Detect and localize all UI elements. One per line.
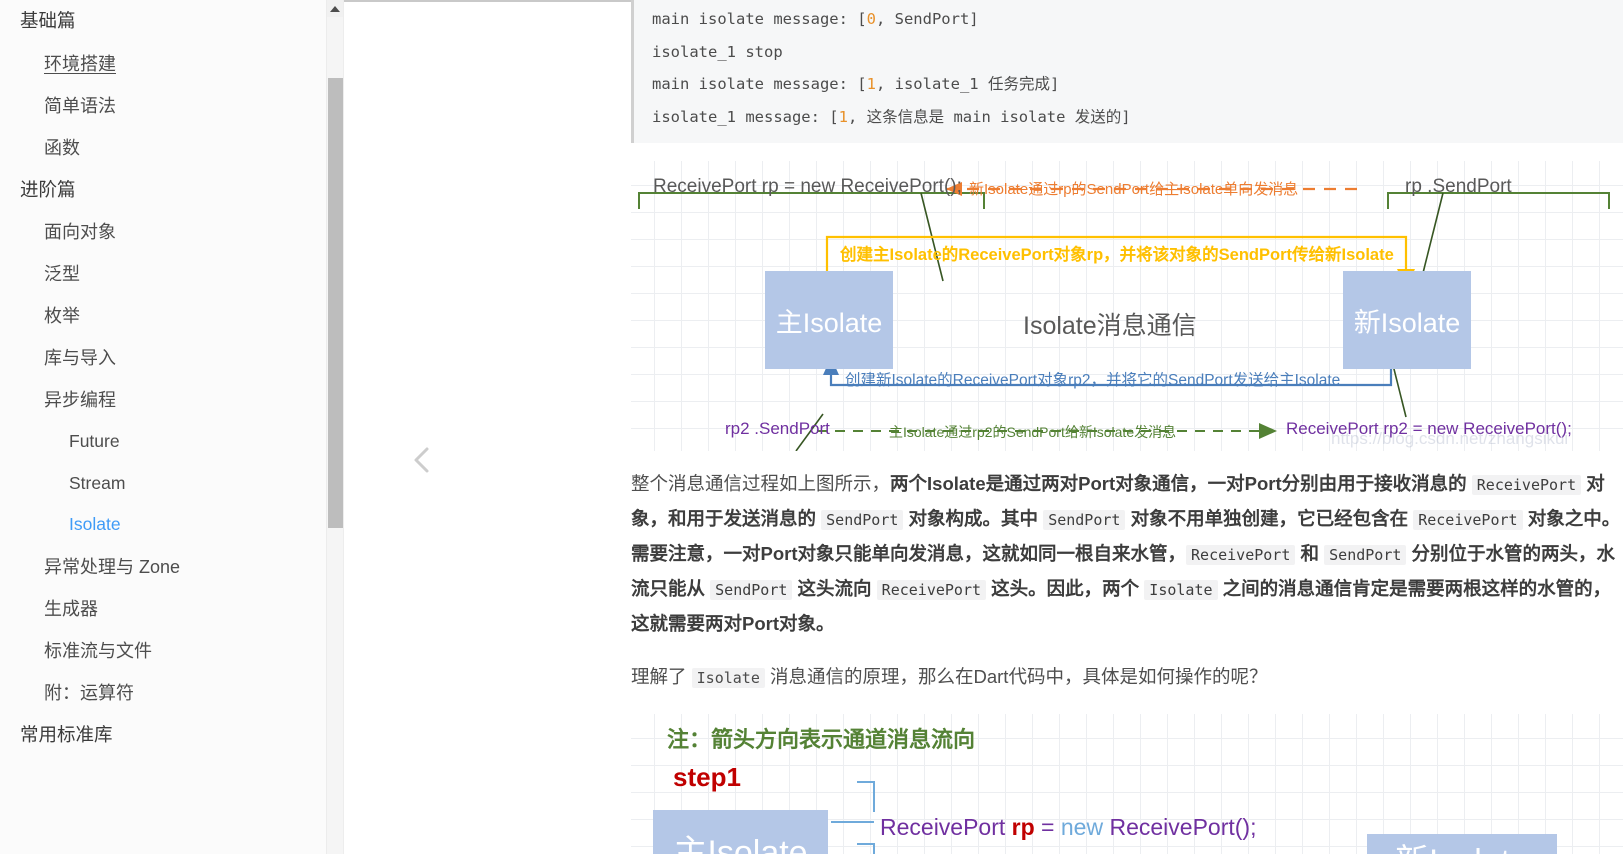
code-line: main isolate message: [1, isolate_1 任务完成… [652, 68, 1623, 101]
sidebar-item-generics[interactable]: 泛型 [0, 253, 343, 295]
isolate-step1-diagram: 注：箭头方向表示通道消息流向 step1 主Isolate 新Isolate R… [631, 713, 1623, 854]
paragraph-text: 这头流向 [792, 578, 877, 599]
body-paragraph-2: 理解了 Isolate 消息通信的原理，那么在Dart代码中，具体是如何操作的呢… [631, 660, 1623, 695]
sidebar-item-enum[interactable]: 枚举 [0, 295, 343, 337]
new-isolate-label-2: 新Isolate [1395, 834, 1529, 854]
new-isolate-box-2: 新Isolate [1367, 833, 1557, 854]
sidebar-item-basics[interactable]: 基础篇 [0, 0, 343, 43]
diagram1-top-left-label: ReceivePort rp = new ReceivePort(); [653, 176, 962, 197]
article-content: main isolate message: [0, SendPort] isol… [631, 0, 1623, 854]
main-isolate-box-2: 主Isolate [653, 809, 828, 854]
sidebar-list: 基础篇 环境搭建 简单语法 函数 进阶篇 面向对象 泛型 枚举 库与导入 异步编… [0, 0, 343, 756]
code-text: isolate_1 stop [652, 42, 783, 61]
console-output-code-block: main isolate message: [0, SendPort] isol… [631, 0, 1623, 143]
code-number: 1 [866, 75, 876, 93]
code-number: 1 [838, 107, 848, 126]
diagram1-title: Isolate消息通信 [1023, 312, 1197, 340]
code-line: isolate_1 stop [652, 36, 1623, 69]
code-text: main isolate message: [ [652, 75, 867, 93]
page-root: 基础篇 环境搭建 简单语法 函数 进阶篇 面向对象 泛型 枚举 库与导入 异步编… [0, 0, 1623, 854]
sidebar-item-oop[interactable]: 面向对象 [0, 211, 343, 253]
inline-code: SendPort [710, 580, 793, 600]
chevron-left-icon [414, 447, 429, 473]
code-text: , isolate_1 任务完成] [875, 75, 1060, 93]
sidebar-item-stream[interactable]: Stream [0, 463, 343, 505]
isolate-communication-diagram: 主Isolate 新Isolate Isolate消息通信 ReceivePor… [631, 161, 1623, 451]
diagram1-bottom-left-label: rp2 .SendPort [725, 419, 830, 438]
paragraph-text: 消息通信的原理，那么在Dart代码中，具体是如何操作的呢？ [764, 666, 1268, 687]
code-token: = [1034, 813, 1061, 840]
sidebar-item-library-import[interactable]: 库与导入 [0, 337, 343, 379]
inline-code: Isolate [1144, 580, 1218, 600]
code-number: 0 [866, 10, 876, 28]
diagram2-step-label: step1 [673, 761, 741, 792]
sidebar-item-exception-zone[interactable]: 异常处理与 Zone [0, 546, 343, 588]
paragraph-text: 这头。因此，两个 [986, 578, 1145, 599]
main-isolate-label-2: 主Isolate [673, 834, 808, 854]
sidebar-item-simple-syntax[interactable]: 简单语法 [0, 85, 343, 127]
code-text: isolate_1 message: [ [652, 107, 839, 126]
sidebar-scrollbar[interactable] [326, 0, 343, 854]
paragraph-text: 两个Isolate是通过两对Port对象通信，一对Port分别由用于接收消息的 [890, 473, 1472, 494]
scrollbar-thumb[interactable] [328, 78, 343, 528]
inline-code: SendPort [1324, 545, 1407, 565]
inline-code: SendPort [821, 510, 904, 530]
sidebar-item-generator[interactable]: 生成器 [0, 588, 343, 630]
sidebar-item-stdio-file[interactable]: 标准流与文件 [0, 630, 343, 672]
sidebar-item-async[interactable]: 异步编程 [0, 379, 343, 421]
diagram1-top-right-label: rp .SendPort [1405, 176, 1512, 197]
paragraph-text: 和 [1295, 543, 1325, 564]
sidebar-navigation: 基础篇 环境搭建 简单语法 函数 进阶篇 面向对象 泛型 枚举 库与导入 异步编… [0, 0, 344, 854]
diagram1-yellow-callout: 创建主Isolate的ReceivePort对象rp，并将该对象的SendPor… [840, 246, 1394, 264]
diagram2-code-line-1: ReceivePort rp = new ReceivePort(); [880, 814, 1256, 841]
inline-code: SendPort [1043, 510, 1126, 530]
body-paragraph-1: 整个消息通信过程如上图所示，两个Isolate是通过两对Port对象通信，一对P… [631, 467, 1623, 640]
code-line: main isolate message: [0, SendPort] [652, 3, 1623, 36]
code-text: , 这条信息是 main isolate 发送的] [847, 107, 1131, 126]
diagram2-note: 注：箭头方向表示通道消息流向 [667, 726, 976, 752]
inline-code: ReceivePort [876, 580, 987, 600]
paragraph-text: 对象构成。其中 [903, 508, 1044, 529]
code-token: rp [1011, 813, 1035, 840]
diagram1-bottom-right-label: ReceivePort rp2 = new ReceivePort(); [1286, 419, 1572, 438]
new-isolate-box: 新Isolate [1343, 271, 1471, 369]
scroll-up-arrow-icon[interactable] [327, 0, 343, 17]
code-token: new [1060, 813, 1104, 840]
code-text: main isolate message: [ [652, 10, 867, 28]
diagram1-top-arrow-label: 新Isolate通过rp的SendPort给主Isolate单向发消息 [969, 181, 1299, 198]
sidebar-collapse-button[interactable] [405, 443, 439, 477]
code-text: , SendPort] [875, 10, 979, 28]
new-isolate-label: 新Isolate [1353, 307, 1461, 338]
inline-code: Isolate [691, 668, 765, 688]
paragraph-text: 对象不用单独创建，它已经包含在 [1125, 508, 1414, 529]
diagram1-bottom-arrow-label: 主Isolate通过rp2的SendPort给新Isolate发消息 [889, 424, 1177, 440]
inline-code: ReceivePort [1413, 510, 1523, 530]
code-token: ReceivePort [880, 813, 1012, 840]
inline-code: ReceivePort [1186, 545, 1296, 565]
main-isolate-box: 主Isolate [765, 271, 893, 369]
paragraph-text: 整个消息通信过程如上图所示， [631, 473, 891, 494]
sidebar-item-isolate[interactable]: Isolate [0, 504, 343, 546]
inline-code: ReceivePort [1471, 475, 1582, 495]
code-line: isolate_1 message: [1, 这条信息是 main isolat… [652, 101, 1623, 134]
sidebar-item-advanced[interactable]: 进阶篇 [0, 169, 343, 212]
sidebar-item-operators[interactable]: 附：运算符 [0, 672, 343, 714]
sidebar-item-functions[interactable]: 函数 [0, 127, 343, 169]
sidebar-item-std-library[interactable]: 常用标准库 [0, 714, 343, 757]
main-isolate-label: 主Isolate [775, 307, 883, 338]
sidebar-item-env-setup[interactable]: 环境搭建 [0, 43, 343, 85]
code-token: ReceivePort(); [1103, 813, 1257, 840]
paragraph-text: 理解了 [631, 666, 692, 687]
diagram1-mid-arrow-label: 创建新Isolate的ReceivePort对象rp2，并将它的SendPort… [845, 372, 1341, 389]
sidebar-item-future[interactable]: Future [0, 421, 343, 463]
